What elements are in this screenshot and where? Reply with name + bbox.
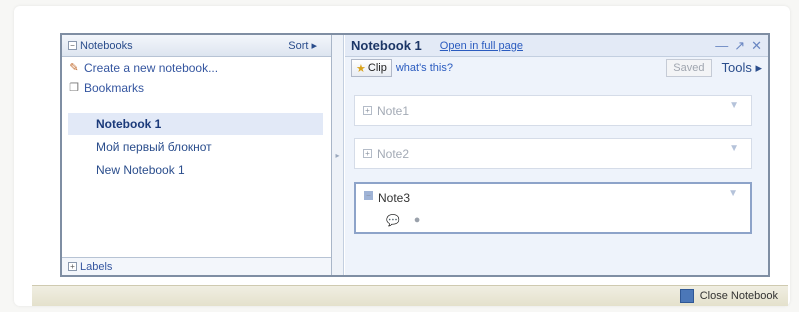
note-card[interactable]: + Note1 ▼ [354,95,752,126]
new-notebook-icon: ✎ [69,62,79,74]
notebook-item[interactable]: Notebook 1 [68,113,323,135]
sidebar-title: Notebooks [80,39,133,52]
minimize-icon[interactable]: — [715,38,728,53]
sidebar-header: − Notebooks Sort ▸ [62,35,331,57]
notebook-toolbar: ★ Clip what's this? Saved Tools ▸ [345,57,768,79]
saved-button[interactable]: Saved [666,59,712,77]
bookmark-icon: ❐ [69,82,79,94]
notebook-pane: Notebook 1 Open in full page — ↗ ✕ ★ Cli… [345,35,768,275]
note-card[interactable]: + Note2 ▼ [354,138,752,169]
collapse-note-icon[interactable]: − [364,191,373,200]
notebook-window: − Notebooks Sort ▸ ✎ Create a new notebo… [60,33,770,277]
whats-this-link[interactable]: what's this? [396,62,453,74]
create-notebook-link[interactable]: ✎ Create a new notebook... [62,59,331,77]
chevron-down-icon[interactable]: ▼ [728,188,738,199]
note-title: Note3 [378,191,411,205]
bookmarks-label: Bookmarks [84,81,145,95]
note-title: Note1 [377,103,410,118]
expand-icon[interactable]: + [68,262,77,271]
clip-label: Clip [367,62,387,74]
sort-link[interactable]: Sort ▸ [288,39,317,52]
expand-note-icon[interactable]: + [363,149,372,158]
tools-menu[interactable]: Tools ▸ [722,60,763,76]
note-title: Note2 [377,146,410,161]
star-icon: ★ [356,62,366,75]
window-controls: — ↗ ✕ [709,38,762,54]
labels-bar[interactable]: + Labels [62,257,331,275]
bookmarks-link[interactable]: ❐ Bookmarks [62,79,331,97]
notebook-icon [679,289,694,303]
close-icon[interactable]: ✕ [751,38,762,54]
notebook-title: Notebook 1 [351,38,422,53]
status-bar: Close Notebook [32,285,788,306]
notebook-item[interactable]: Мой первый блокнот [68,136,323,158]
comment-icon[interactable]: 💬 [386,214,400,227]
close-notebook-link[interactable]: Close Notebook [700,290,778,302]
notebook-list: Notebook 1 Мой первый блокнот New Notebo… [62,113,331,181]
collapse-icon[interactable]: − [68,41,77,50]
open-full-page-link[interactable]: Open in full page [440,40,523,52]
chevron-down-icon[interactable]: ▼ [729,100,739,111]
note-tools: 💬 ● [386,214,420,227]
clip-button[interactable]: ★ Clip [351,59,392,77]
splitter-handle-icon: ▸ [335,150,340,160]
pane-splitter[interactable]: ▸ [332,35,344,275]
popout-icon[interactable]: ↗ [734,38,745,54]
notebook-item[interactable]: New Notebook 1 [68,159,323,181]
chevron-down-icon[interactable]: ▼ [729,143,739,154]
create-notebook-label: Create a new notebook... [84,61,219,75]
notebook-header: Notebook 1 Open in full page — ↗ ✕ [345,35,768,57]
labels-label: Labels [80,260,113,273]
expand-note-icon[interactable]: + [363,106,372,115]
label-icon[interactable]: ● [414,214,421,227]
note-card-selected[interactable]: − Note3 ▼ 💬 ● [354,182,752,234]
sidebar: − Notebooks Sort ▸ ✎ Create a new notebo… [62,35,332,275]
